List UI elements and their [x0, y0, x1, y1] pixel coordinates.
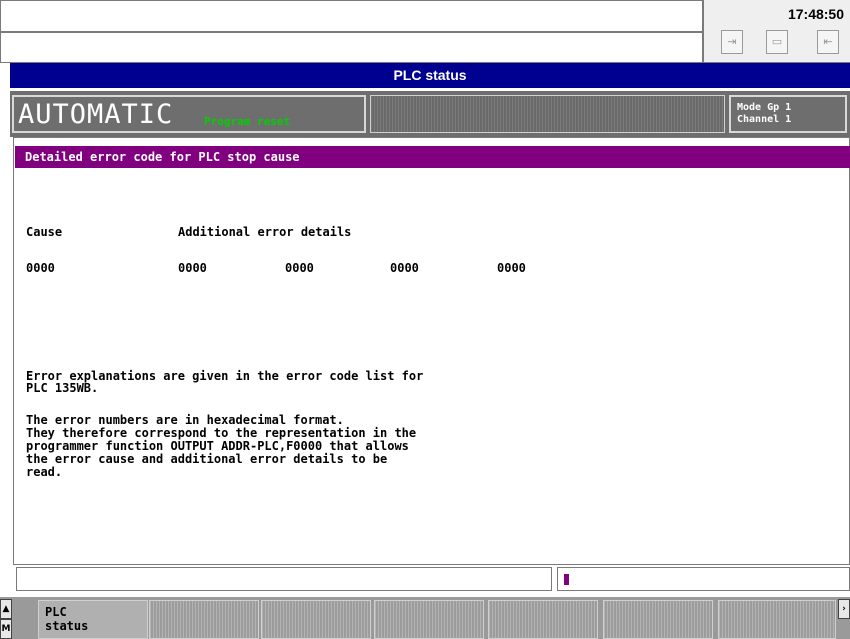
- alarm-line: [0, 0, 703, 32]
- recall-up-icon[interactable]: ▲: [0, 599, 12, 619]
- softkey-plc-status[interactable]: PLC status: [38, 600, 148, 639]
- cause-value: 0000: [26, 261, 55, 275]
- panel-header: Detailed error code for PLC stop cause: [15, 146, 850, 168]
- exit-icon[interactable]: ⇤: [817, 30, 839, 54]
- mode-group-box: Mode Gp 1 Channel 1: [729, 95, 847, 133]
- program-state: Program reset: [204, 115, 291, 128]
- input-line[interactable]: [557, 567, 850, 591]
- mode-group: Mode Gp 1: [737, 102, 792, 113]
- operating-mode: AUTOMATIC: [18, 99, 174, 130]
- note-error-list: Error explanations are given in the erro…: [26, 369, 424, 395]
- softkey[interactable]: [718, 600, 836, 639]
- clock-panel: 17:48:50 ⇥ ▭ ⇤: [703, 0, 850, 63]
- display-icon[interactable]: ▭: [766, 30, 788, 54]
- note-hex-format: The error numbers are in hexadecimal for…: [26, 413, 417, 479]
- softkey[interactable]: [149, 600, 259, 639]
- dialog-line: [16, 567, 552, 591]
- softkey[interactable]: [488, 600, 598, 639]
- softkey[interactable]: [374, 600, 484, 639]
- softkey[interactable]: [261, 600, 371, 639]
- recall-menu-icon[interactable]: M: [0, 619, 12, 639]
- softkey-label: PLC status: [45, 605, 89, 633]
- message-line: [0, 32, 703, 63]
- enter-icon[interactable]: ⇥: [721, 30, 743, 54]
- page-title: PLC status: [10, 63, 850, 88]
- cause-label: Cause: [26, 225, 63, 239]
- mode-row-filler: [370, 95, 725, 133]
- softkey[interactable]: [603, 600, 713, 639]
- operating-mode-box: AUTOMATIC Program reset: [12, 95, 366, 133]
- input-cursor: [564, 574, 569, 585]
- content-panel: [13, 137, 850, 565]
- channel: Channel 1: [737, 114, 792, 125]
- error-detail-value: 0000: [178, 261, 207, 275]
- clock: 17:48:50: [787, 6, 844, 22]
- etc-icon[interactable]: ›: [838, 599, 850, 619]
- details-label: Additional error details: [178, 225, 352, 239]
- error-detail-value: 0000: [390, 261, 419, 275]
- error-detail-value: 0000: [497, 261, 526, 275]
- error-detail-value: 0000: [285, 261, 314, 275]
